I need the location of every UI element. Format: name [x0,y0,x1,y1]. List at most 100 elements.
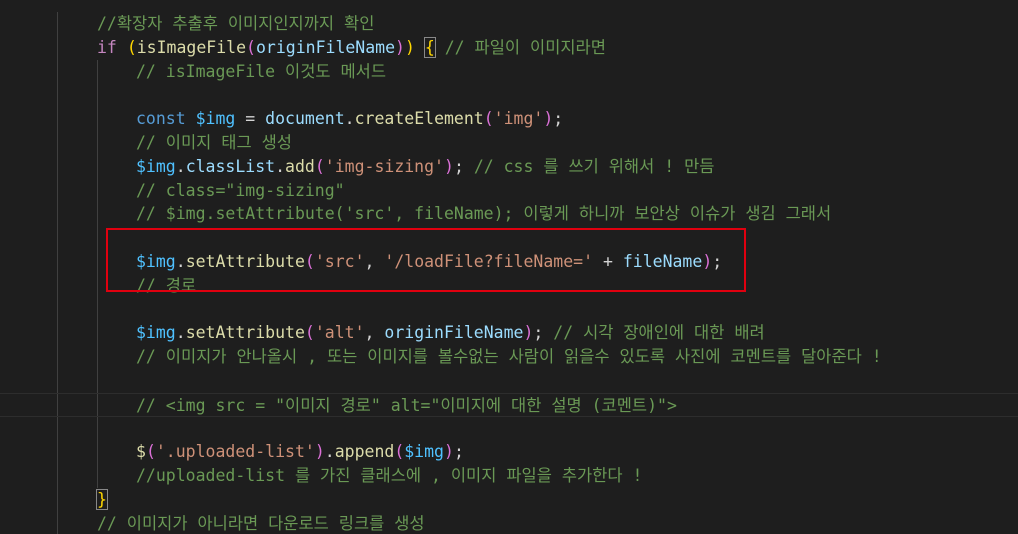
code-line[interactable]: //확장자 추출후 이미지인지까지 확인 [0,12,1018,36]
code-line-content: } [96,488,108,512]
code-line-content: $img.setAttribute('src', '/loadFile?file… [136,250,722,274]
indent-guide [97,297,98,322]
indent-guide [57,393,58,416]
code-token-comment: // 시각 장애인에 대한 배려 [553,323,765,343]
indent-guide [57,416,58,441]
code-line[interactable]: // 이미지 태그 생성 [0,130,1018,155]
indent-guide [57,249,58,274]
code-line[interactable]: } [0,487,1018,512]
code-line[interactable]: $img.classList.add('img-sizing'); // css… [0,154,1018,179]
code-token-constant: $img [195,109,236,129]
indent-guide [57,154,58,179]
indent-guide [57,12,58,36]
code-lines[interactable]: //확장자 추출후 이미지인지까지 확인 if (isImageFile(orig… [0,12,1018,534]
code-token-comment: //확장자 추출후 이미지인지까지 확인 [97,14,375,33]
code-token-constant: $img [136,251,176,271]
code-token-punctuation: , [364,323,385,343]
code-token-comment: // isImageFile 이것도 메서드 [136,61,387,81]
indent-guide [57,440,58,465]
code-line-content: // 이미지가 아니라면 다운로드 링크를 생성 [97,512,425,534]
code-token-function: $ [136,442,146,462]
code-token-comment: // <img src = "이미지 경로" alt="이미지에 대한 설명 (… [136,395,677,415]
indent-guide [97,83,98,108]
code-line[interactable]: // 경로 [0,273,1018,298]
indent-guide [57,130,58,155]
code-token-variable: originFileName [384,323,524,343]
indent-guide [57,321,58,346]
code-line[interactable] [0,226,1018,250]
indent-guide [97,321,98,346]
code-line[interactable]: // isImageFile 이것도 메서드 [0,59,1018,84]
indent-guide [97,202,98,227]
code-line-content: //확장자 추출후 이미지인지까지 확인 [97,12,374,36]
code-token-bracket-purple: ) [543,109,554,129]
indent-guide [57,178,58,203]
indent-guide [57,83,58,108]
code-line[interactable]: //uploaded-list 를 가진 클래스에 , 이미지 파일을 추가한다… [0,464,1018,488]
code-line[interactable]: // <img src = "이미지 경로" alt="이미지에 대한 설명 (… [0,392,1018,418]
code-line-content: // isImageFile 이것도 메서드 [136,60,386,84]
code-token-bracket-purple: ) [444,156,454,176]
code-line[interactable] [0,368,1018,393]
code-token-punctuation: . [324,442,335,462]
code-token-bracket-purple: ( [145,442,156,462]
code-token-variable: classList [185,156,276,176]
code-line[interactable]: if (isImageFile(originFileName)) { // 파일… [0,35,1018,60]
code-line-content: $img.setAttribute('alt', originFileName)… [136,321,765,345]
indent-guide [97,464,98,488]
code-line[interactable] [0,297,1018,322]
code-token-bracket-yellow: ) [404,37,415,57]
code-line[interactable]: $('.uploaded-list').append($img); [0,440,1018,465]
code-token-bracket-purple: ( [483,109,494,129]
code-line-content: $('.uploaded-list').append($img); [136,440,464,464]
code-line-content: // <img src = "이미지 경로" alt="이미지에 대한 설명 (… [136,394,677,418]
indent-guide [57,464,58,488]
indent-guide [97,416,98,441]
code-line[interactable]: // class="img-sizing" [0,178,1018,203]
code-line-content: // class="img-sizing" [136,179,345,203]
indent-guide [97,226,98,250]
code-token-function: createElement [354,109,484,129]
code-token-bracket-purple: ) [523,323,534,343]
code-token-comment: // 이미지가 안나올시 , 또는 이미지를 볼수없는 사람이 읽을수 있도록 … [136,347,882,367]
indent-guide [97,440,98,465]
code-token-bracket-purple: ) [702,251,713,271]
code-token-constant: $img [404,442,444,462]
indent-guide [97,178,98,203]
code-token-comment: // class="img-sizing" [136,180,345,200]
code-token-punctuation [415,38,425,57]
code-token-punctuation [464,157,474,176]
code-line-content: const $img = document.createElement('img… [136,107,563,131]
code-token-variable: originFileName [255,37,396,57]
indent-guide [57,368,58,393]
code-line[interactable]: // 이미지가 아니라면 다운로드 링크를 생성 [0,511,1018,534]
code-token-bracket-purple: ( [314,156,325,176]
indent-guide [57,59,58,84]
code-token-punctuation: ; [453,156,464,176]
code-token-string: 'src' [314,251,365,271]
code-token-string: 'alt' [314,323,365,343]
code-line[interactable]: // $img.setAttribute('src', fileName); 이… [0,202,1018,227]
code-token-comment: // 이미지가 아니라면 다운로드 링크를 생성 [97,513,425,533]
code-token-function: append [334,442,395,462]
indent-guide [97,345,98,369]
code-token-comment: // 경로 [136,275,197,295]
code-line[interactable]: const $img = document.createElement('img… [0,107,1018,131]
indent-guide [57,107,58,131]
code-token-punctuation: . [275,156,286,176]
code-token-comment: // 이미지 태그 생성 [136,132,292,152]
code-token-bracket-yellow: { [423,36,436,58]
code-line[interactable] [0,416,1018,441]
indent-guide [57,345,58,369]
code-line[interactable] [0,83,1018,108]
code-line[interactable]: $img.setAttribute('alt', originFileName)… [0,321,1018,346]
code-line[interactable]: // 이미지가 안나올시 , 또는 이미지를 볼수없는 사람이 읽을수 있도록 … [0,345,1018,369]
code-editor[interactable]: //확장자 추출후 이미지인지까지 확인 if (isImageFile(orig… [0,0,1018,534]
indent-guide [97,130,98,155]
code-line[interactable]: $img.setAttribute('src', '/loadFile?file… [0,249,1018,274]
indent-guide [97,154,98,179]
code-token-punctuation: ; [712,251,723,271]
code-token-bracket-purple: ( [304,323,315,343]
code-token-punctuation: . [175,323,186,343]
indent-guide [57,35,58,60]
